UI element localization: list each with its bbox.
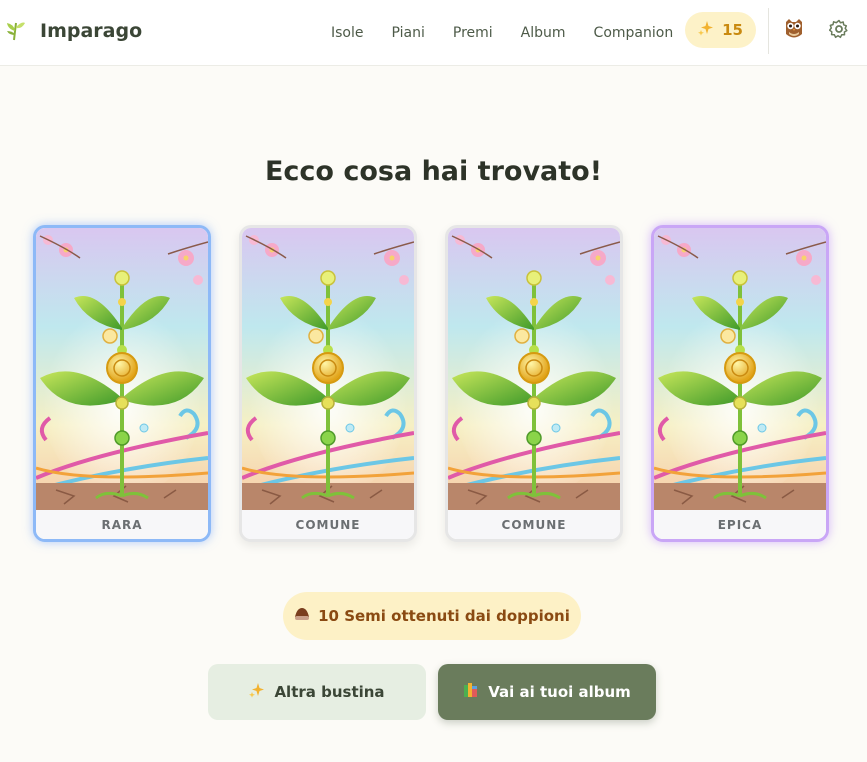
books-icon [463, 682, 479, 702]
card-common[interactable]: COMUNE [445, 225, 623, 542]
nav-item-premi[interactable]: Premi [453, 25, 493, 41]
nav-item-album[interactable]: Album [521, 25, 566, 41]
brand[interactable]: Imparago [6, 17, 142, 45]
card-artwork [36, 228, 208, 510]
go-albums-label: Vai ai tuoi album [488, 683, 631, 701]
card-artwork [448, 228, 620, 510]
card-rarity-label: EPICA [654, 510, 826, 539]
another-pack-button[interactable]: Altra bustina [208, 664, 426, 720]
top-bar: Imparago Isole Piani Premi Album Compani… [0, 0, 867, 66]
seeds-text: 10 Semi ottenuti dai doppioni [318, 607, 570, 625]
points-value: 15 [722, 21, 743, 39]
seed-icon [294, 607, 310, 625]
nav-item-isole[interactable]: Isole [331, 25, 364, 41]
points-badge[interactable]: 15 [685, 12, 756, 48]
sprout-logo-icon [6, 17, 26, 45]
seeds-notice: 10 Semi ottenuti dai doppioni [283, 592, 581, 640]
page-title: Ecco cosa hai trovato! [264, 156, 603, 187]
another-pack-label: Altra bustina [274, 683, 385, 701]
header-divider [768, 8, 769, 54]
app-name: Imparago [40, 20, 143, 42]
main-nav: Isole Piani Premi Album Companion [331, 0, 701, 66]
card-rarity-label: RARA [36, 510, 208, 539]
card-rarity-label: COMUNE [448, 510, 620, 539]
card-rarity-label: COMUNE [242, 510, 414, 539]
go-albums-button[interactable]: Vai ai tuoi album [438, 664, 656, 720]
gear-icon[interactable] [828, 19, 849, 43]
card-rare[interactable]: RARA [33, 225, 211, 542]
nav-item-companion[interactable]: Companion [594, 25, 674, 41]
nav-item-piani[interactable]: Piani [392, 25, 425, 41]
sparkles-icon [249, 682, 265, 702]
card-artwork [654, 228, 826, 510]
card-common[interactable]: COMUNE [239, 225, 417, 542]
card-artwork [242, 228, 414, 510]
card-epic[interactable]: EPICA [651, 225, 829, 542]
sparkles-icon [698, 20, 714, 40]
owl-avatar-icon[interactable] [784, 18, 804, 44]
